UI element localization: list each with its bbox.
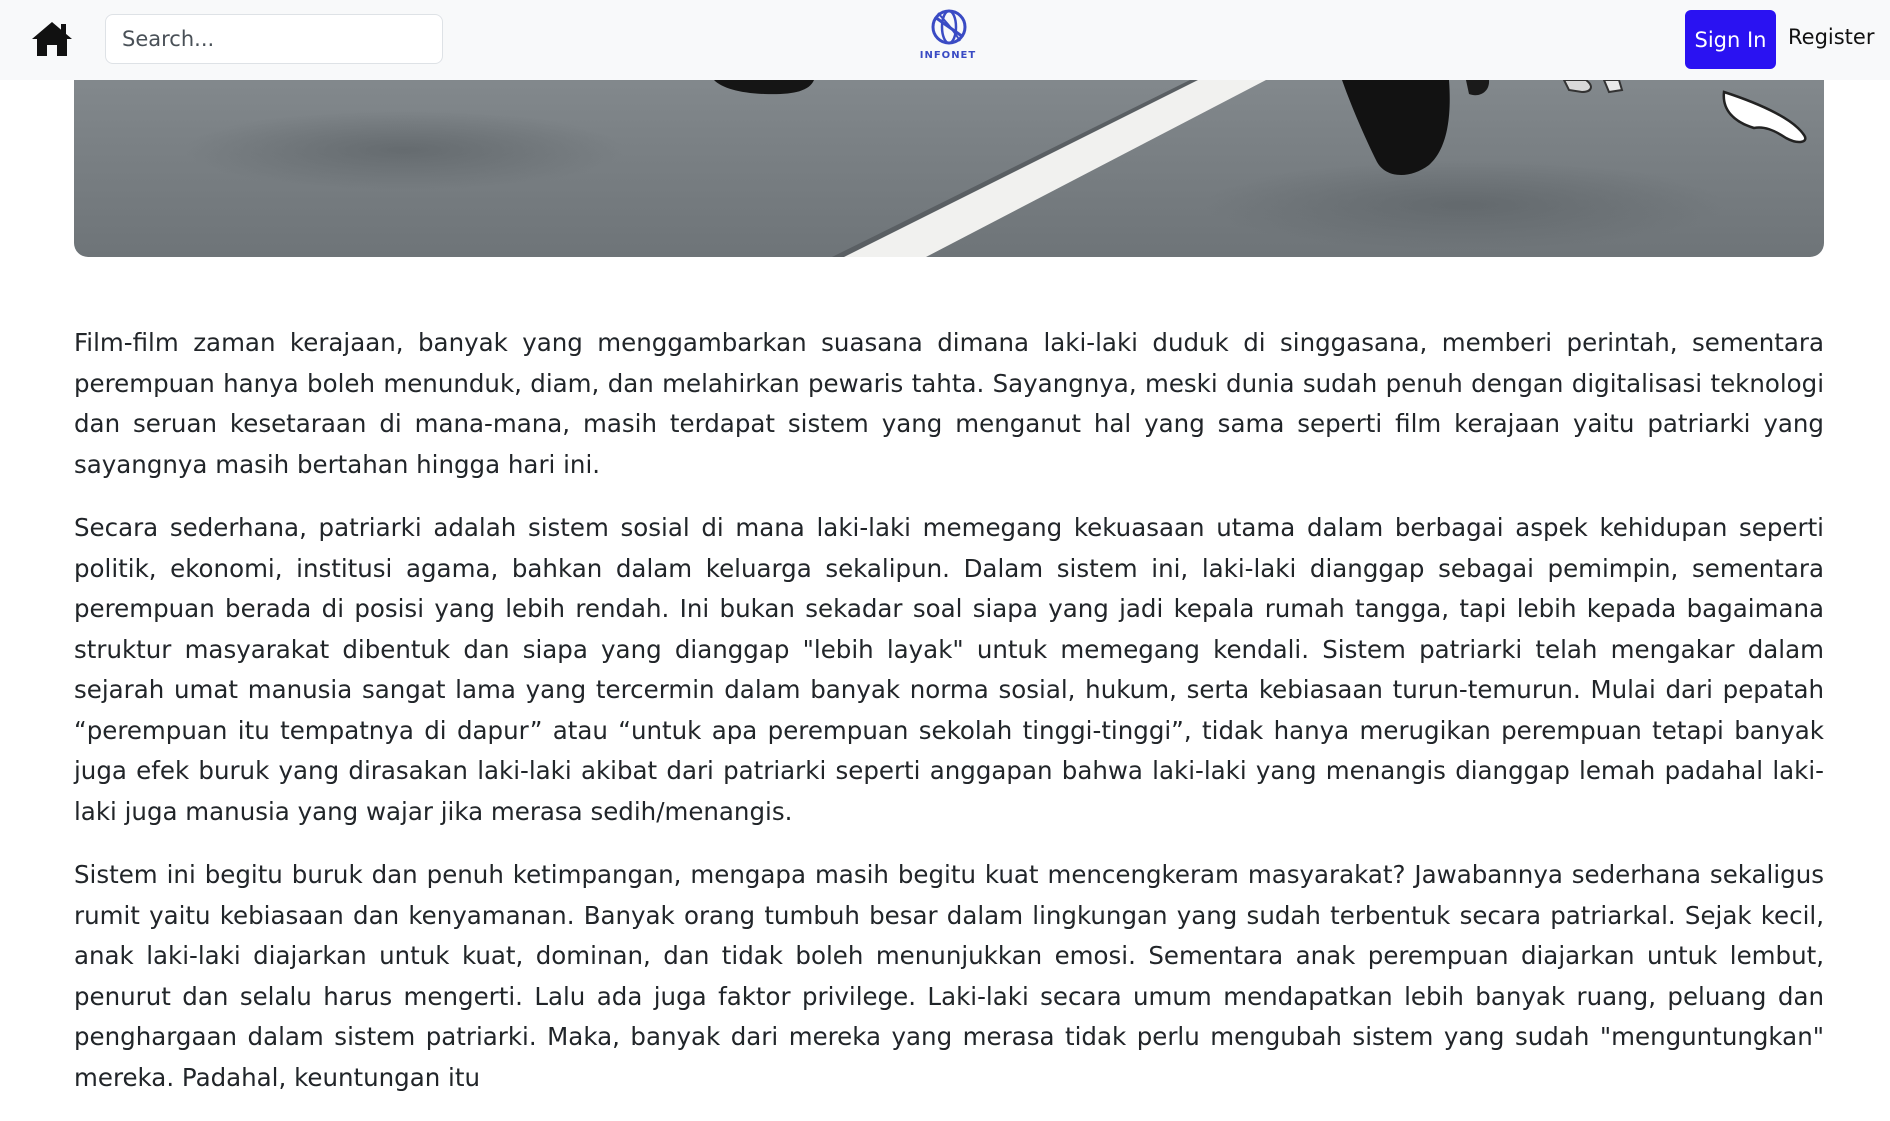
article-paragraph: Film-film zaman kerajaan, banyak yang me… [74, 328, 1824, 479]
search-input[interactable] [105, 14, 443, 64]
sign-in-button[interactable]: Sign In [1685, 10, 1776, 69]
site-logo[interactable]: INFONET [917, 7, 979, 67]
top-navbar: INFONET Sign In Register [0, 0, 1890, 80]
logo-text: INFONET [919, 50, 977, 61]
article-paragraph: Sistem ini begitu buruk dan penuh ketimp… [74, 860, 1824, 1092]
article-paragraph: Secara sederhana, patriarki adalah siste… [74, 513, 1824, 826]
register-link[interactable]: Register [1788, 25, 1874, 49]
home-icon[interactable] [30, 20, 74, 58]
article-body: Film-film zaman kerajaan, banyak yang me… [74, 323, 1824, 1121]
globe-logo-icon [929, 7, 969, 47]
